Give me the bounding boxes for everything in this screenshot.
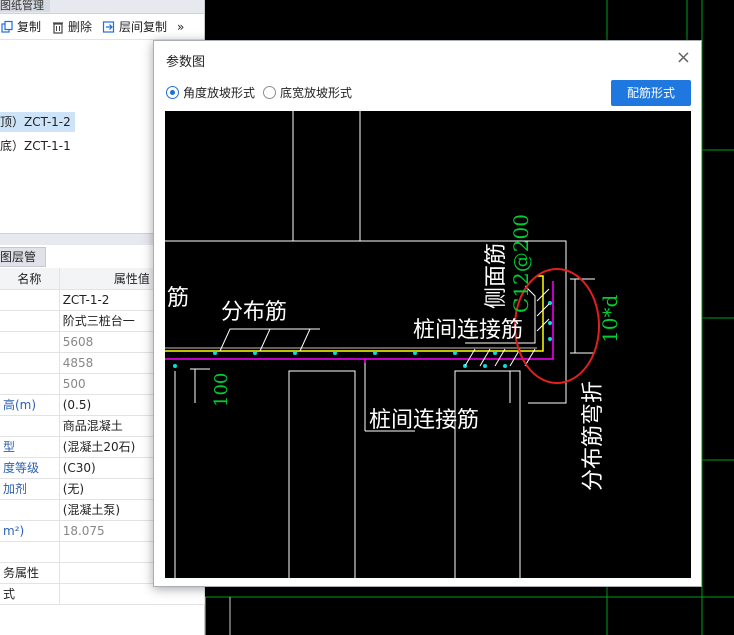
property-name	[0, 499, 60, 521]
more-button[interactable]: »	[177, 20, 184, 34]
radio-width-label: 底宽放坡形式	[280, 86, 353, 100]
radio-dot-icon	[263, 86, 277, 99]
tree-item-zct-1-2[interactable]: 顶）ZCT-1-2	[0, 112, 75, 132]
property-name	[0, 415, 60, 437]
property-name: 加剂	[0, 478, 60, 500]
trash-icon	[53, 21, 64, 34]
app-window: 图纸管理 复制 删除 层间复制 » 顶）ZCT-1-2 底）ZCT-1-1 图层…	[0, 0, 734, 635]
radio-width-slope[interactable]: 底宽放坡形式	[263, 84, 352, 101]
panel-toolbar: 复制 删除 层间复制 »	[0, 14, 204, 40]
property-name: 务属性	[0, 562, 60, 584]
copy-button[interactable]: 复制	[0, 18, 41, 35]
rebar-diagram: 筋 分布筋 桩间连接筋 桩间连接筋 侧面筋 C12@200 10*d 100 分…	[165, 111, 622, 578]
property-name	[0, 331, 60, 353]
tree-item-zct-1-1[interactable]: 底）ZCT-1-1	[0, 136, 75, 156]
tree-item-label: 顶）ZCT-1-2	[0, 115, 71, 129]
label-distribution-bend: 分布筋弯折	[581, 381, 606, 491]
label-dim-100: 100	[211, 373, 232, 407]
property-name: 式	[0, 583, 60, 605]
delete-button[interactable]: 删除	[51, 18, 92, 35]
radio-dot-icon	[166, 86, 179, 99]
layer-copy-button[interactable]: 层间复制	[102, 18, 167, 35]
property-name	[0, 352, 60, 374]
header-name: 名称	[0, 268, 60, 290]
rebar-config-button[interactable]: 配筋形式	[611, 80, 691, 106]
property-name	[0, 310, 60, 332]
label-distribution-left: 筋	[167, 286, 189, 311]
property-name	[0, 541, 60, 563]
tree-item-label: 底）ZCT-1-1	[0, 139, 71, 153]
panel-header-label: 图纸管理	[0, 0, 50, 12]
dialog-title: 参数图	[166, 55, 206, 70]
radio-angle-label: 角度放坡形式	[183, 86, 256, 100]
label-side-face: 侧面筋	[484, 243, 509, 309]
label-bend-length: 10*d	[598, 295, 622, 343]
copy-icon	[1, 20, 13, 33]
parameter-drawing: 筋 分布筋 桩间连接筋 桩间连接筋 侧面筋 C12@200 10*d 100 分…	[165, 111, 691, 578]
pile-middle	[288, 370, 356, 578]
layer-copy-label: 层间复制	[119, 20, 168, 34]
slope-mode-radio-group: 角度放坡形式 底宽放坡形式	[166, 84, 360, 101]
property-name: 型	[0, 436, 60, 458]
label-side-spec: C12@200	[509, 214, 533, 313]
property-name	[0, 373, 60, 395]
property-name: 度等级	[0, 457, 60, 479]
label-pile-connect-top: 桩间连接筋	[413, 318, 523, 343]
close-icon[interactable]: ×	[676, 49, 691, 67]
label-pile-connect-bottom: 桩间连接筋	[369, 408, 479, 433]
property-name: m²)	[0, 520, 60, 542]
radio-angle-slope[interactable]: 角度放坡形式	[166, 84, 255, 101]
panel-header: 图纸管理	[0, 0, 204, 14]
copy-label: 复制	[17, 20, 42, 34]
tab-layer-management[interactable]: 图层管理	[0, 247, 46, 282]
label-distribution: 分布筋	[221, 300, 287, 325]
delete-label: 删除	[68, 20, 93, 34]
property-name	[0, 289, 60, 311]
property-name: 高(m)	[0, 394, 60, 416]
more-icon: »	[177, 19, 185, 34]
parameter-diagram-dialog: 参数图 × 角度放坡形式 底宽放坡形式 配筋形式 筋 分布筋 桩间连接筋 桩间连…	[153, 40, 702, 587]
layer-copy-icon	[102, 20, 115, 33]
